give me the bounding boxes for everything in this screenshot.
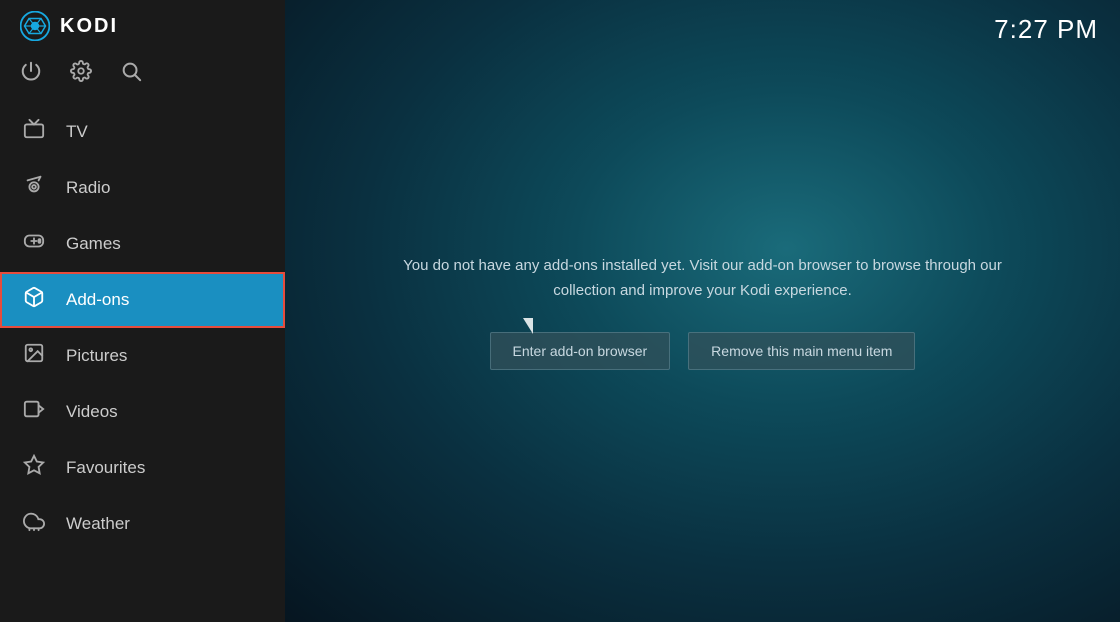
sidebar-item-label: Games bbox=[66, 234, 121, 254]
radio-icon bbox=[20, 174, 48, 202]
sidebar-item-pictures[interactable]: Pictures bbox=[0, 328, 285, 384]
sidebar-top-icons bbox=[0, 52, 285, 104]
enter-addon-browser-button[interactable]: Enter add-on browser bbox=[490, 332, 671, 370]
app-title: KODI bbox=[60, 15, 118, 38]
sidebar-item-addons[interactable]: Add-ons bbox=[0, 272, 285, 328]
content-overlay: You do not have any add-ons installed ye… bbox=[285, 0, 1120, 622]
settings-icon[interactable] bbox=[70, 60, 92, 88]
nav-items: TV Radio bbox=[0, 104, 285, 622]
sidebar-item-label: Weather bbox=[66, 514, 130, 534]
power-icon[interactable] bbox=[20, 60, 42, 88]
favourites-icon bbox=[20, 454, 48, 482]
sidebar-item-label: Videos bbox=[66, 402, 118, 422]
remove-menu-item-button[interactable]: Remove this main menu item bbox=[688, 332, 915, 370]
content-buttons: Enter add-on browser Remove this main me… bbox=[490, 332, 916, 370]
sidebar-item-label: Pictures bbox=[66, 346, 127, 366]
sidebar-header: KODI bbox=[0, 0, 285, 52]
sidebar-item-label: Radio bbox=[66, 178, 110, 198]
sidebar: KODI bbox=[0, 0, 285, 622]
videos-icon bbox=[20, 398, 48, 426]
sidebar-item-videos[interactable]: Videos bbox=[0, 384, 285, 440]
sidebar-item-favourites[interactable]: Favourites bbox=[0, 440, 285, 496]
sidebar-item-label: Add-ons bbox=[66, 290, 129, 310]
main-content: 7:27 PM You do not have any add-ons inst… bbox=[285, 0, 1120, 622]
sidebar-item-tv[interactable]: TV bbox=[0, 104, 285, 160]
sidebar-item-weather[interactable]: Weather bbox=[0, 496, 285, 552]
search-icon[interactable] bbox=[120, 60, 142, 88]
tv-icon bbox=[20, 118, 48, 146]
addons-icon bbox=[20, 286, 48, 314]
sidebar-item-label: Favourites bbox=[66, 458, 145, 478]
addon-message: You do not have any add-ons installed ye… bbox=[403, 253, 1003, 304]
weather-icon bbox=[20, 510, 48, 538]
sidebar-item-label: TV bbox=[66, 122, 88, 142]
pictures-icon bbox=[20, 342, 48, 370]
sidebar-item-games[interactable]: Games bbox=[0, 216, 285, 272]
kodi-logo-icon bbox=[20, 11, 50, 41]
games-icon bbox=[20, 230, 48, 258]
app-container: KODI bbox=[0, 0, 1120, 622]
sidebar-item-radio[interactable]: Radio bbox=[0, 160, 285, 216]
